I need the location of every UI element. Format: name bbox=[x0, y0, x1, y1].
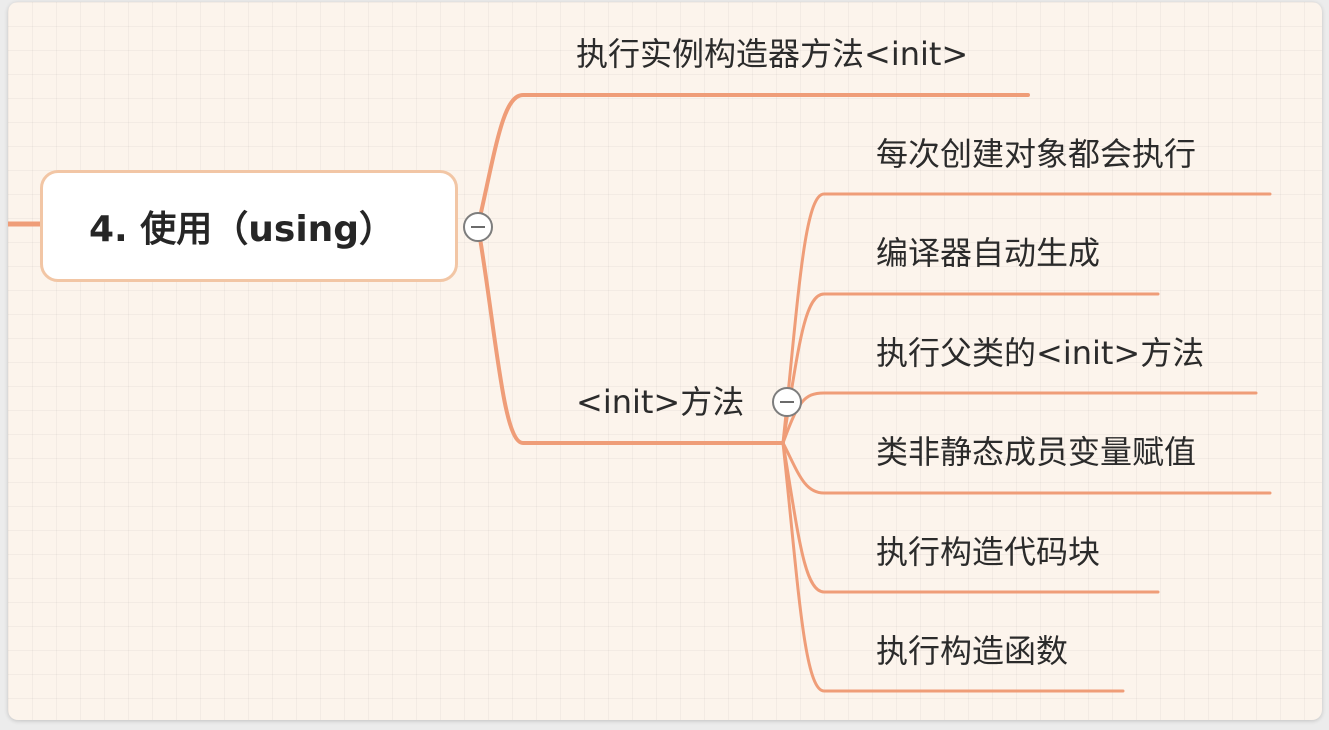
topic-child-5[interactable]: 执行构造代码块 bbox=[876, 532, 1100, 572]
connector-branch-2-to-child-1 bbox=[781, 192, 1272, 445]
topic-branch-2[interactable]: <init>方法 bbox=[576, 382, 744, 422]
minus-circle-icon[interactable] bbox=[463, 212, 493, 242]
mindmap-canvas: 4. 使用（using） 执行实例构造器方法<init> <init>方法 每次… bbox=[8, 2, 1322, 720]
root-node-label: 4. 使用（using） bbox=[89, 209, 396, 250]
topic-child-1[interactable]: 每次创建对象都会执行 bbox=[876, 134, 1196, 174]
topic-child-3[interactable]: 执行父类的<init>方法 bbox=[876, 333, 1204, 373]
topic-branch-1[interactable]: 执行实例构造器方法<init> bbox=[576, 34, 968, 74]
minus-circle-icon[interactable] bbox=[772, 387, 802, 417]
topic-child-6[interactable]: 执行构造函数 bbox=[876, 631, 1068, 671]
topic-child-2[interactable]: 编译器自动生成 bbox=[876, 233, 1100, 273]
topic-child-4[interactable]: 类非静态成员变量赋值 bbox=[876, 432, 1196, 472]
root-node[interactable]: 4. 使用（using） bbox=[40, 170, 458, 282]
